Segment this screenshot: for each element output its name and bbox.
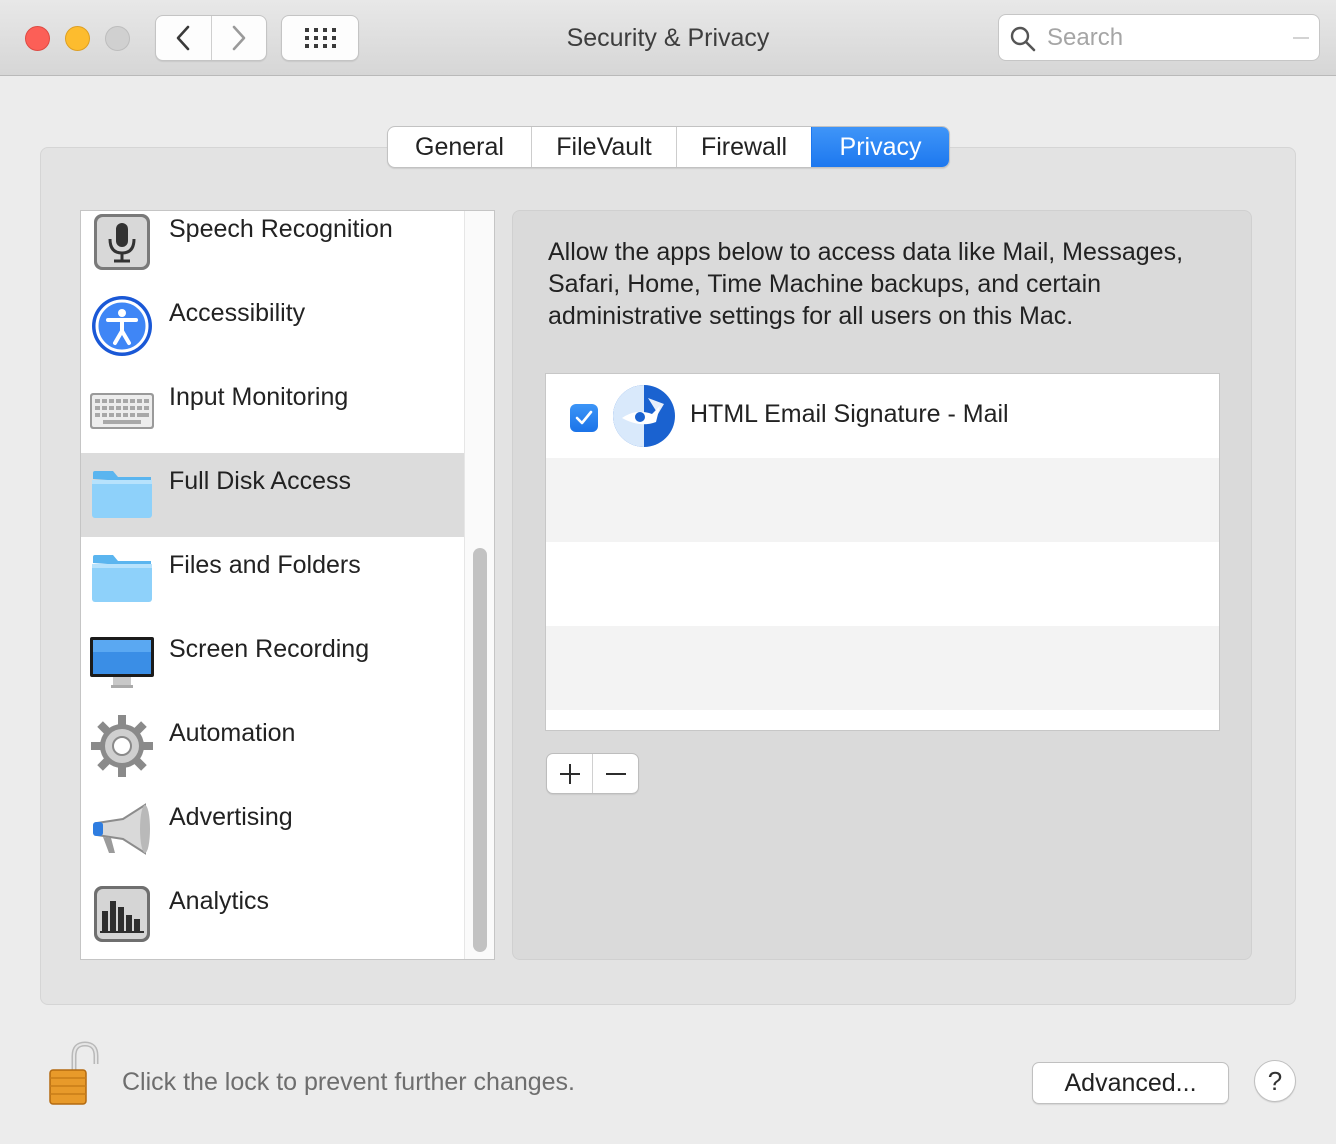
minus-icon [605, 772, 626, 775]
app-enabled-checkbox[interactable] [570, 404, 598, 432]
category-input-monitoring[interactable]: Input Monitoring [81, 369, 464, 453]
scrollbar-thumb[interactable] [473, 548, 487, 952]
category-screen-recording[interactable]: Screen Recording [81, 621, 464, 705]
html-email-signature-app-icon [613, 385, 675, 447]
tab-filevault[interactable]: FileVault [531, 127, 676, 167]
remove-app-button[interactable] [592, 754, 638, 793]
app-row[interactable]: HTML Email Signature - Mail [546, 374, 1219, 458]
title-bar: Security & Privacy [0, 0, 1336, 76]
folder-icon [92, 555, 152, 602]
tab-general[interactable]: General [388, 127, 531, 167]
add-app-button[interactable] [547, 754, 592, 793]
advanced-button[interactable]: Advanced... [1032, 1062, 1229, 1104]
category-label: Input Monitoring [169, 383, 349, 411]
category-label: Speech Recognition [169, 215, 393, 243]
checkmark-icon [575, 410, 593, 425]
bar-chart-icon [94, 886, 150, 942]
category-full-disk-access[interactable]: Full Disk Access [81, 453, 464, 537]
category-label: Automation [169, 719, 296, 747]
app-list[interactable]: HTML Email Signature - Mail [545, 373, 1220, 731]
display-icon [90, 637, 154, 688]
search-cancel-icon [1293, 37, 1309, 39]
category-analytics[interactable]: Analytics [81, 873, 464, 957]
empty-app-row [546, 458, 1219, 542]
category-advertising[interactable]: Advertising [81, 789, 464, 873]
microphone-icon [94, 214, 150, 270]
category-accessibility[interactable]: Accessibility [81, 285, 464, 369]
add-remove-control [546, 753, 639, 794]
folder-icon [92, 471, 152, 518]
category-files-and-folders[interactable]: Files and Folders [81, 537, 464, 621]
category-speech-recognition[interactable]: Speech Recognition [81, 211, 464, 285]
empty-app-row [546, 626, 1219, 710]
keyboard-icon [90, 393, 154, 429]
empty-app-row [546, 542, 1219, 626]
search-field[interactable] [998, 14, 1320, 61]
category-automation[interactable]: Automation [81, 705, 464, 789]
plus-icon [559, 763, 580, 784]
megaphone-icon [93, 803, 150, 855]
search-icon [1010, 26, 1036, 52]
help-button[interactable]: ? [1254, 1060, 1296, 1102]
tab-bar: General FileVault Firewall Privacy [387, 126, 950, 168]
search-input[interactable] [1045, 21, 1285, 55]
category-label: Analytics [169, 887, 270, 915]
tab-privacy[interactable]: Privacy [811, 127, 949, 167]
category-label: Full Disk Access [169, 467, 351, 495]
category-label: Screen Recording [169, 635, 370, 663]
category-list-scrollbar[interactable] [464, 211, 494, 959]
category-label: Accessibility [169, 299, 306, 327]
full-disk-access-description: Allow the apps below to access data like… [548, 238, 1184, 330]
category-label: Files and Folders [169, 551, 361, 579]
privacy-category-list[interactable]: Speech Recognition Accessibility Input M… [80, 210, 495, 960]
unlocked-padlock-icon[interactable] [44, 1040, 104, 1110]
tab-firewall[interactable]: Firewall [676, 127, 811, 167]
gear-icon [91, 715, 153, 777]
app-name: HTML Email Signature - Mail [690, 400, 1009, 428]
category-label: Advertising [169, 803, 293, 831]
lock-status-text: Click the lock to prevent further change… [122, 1068, 576, 1096]
accessibility-icon [92, 296, 152, 356]
